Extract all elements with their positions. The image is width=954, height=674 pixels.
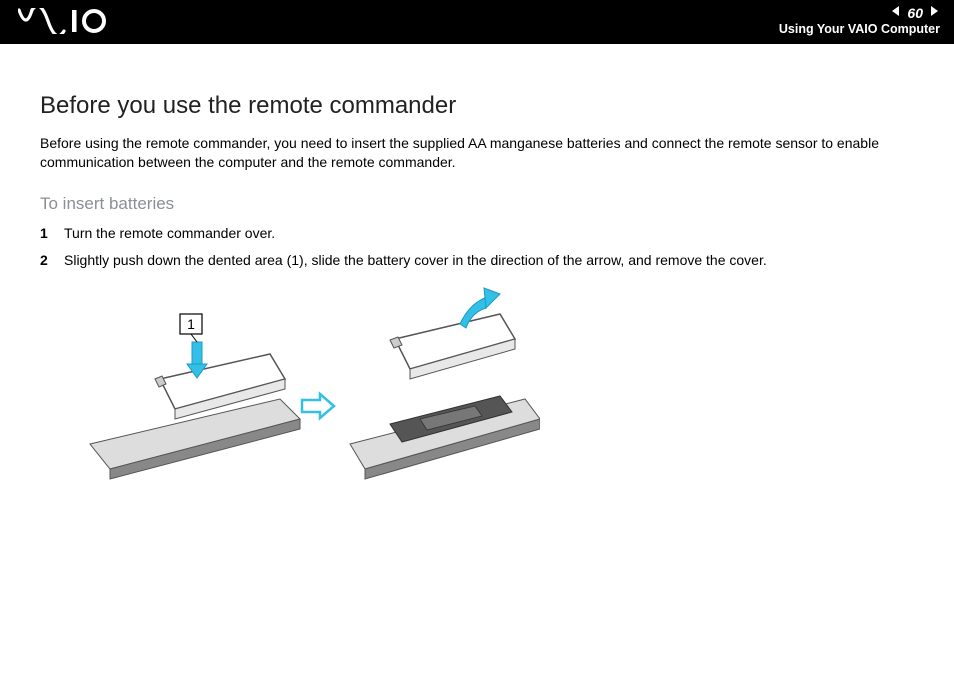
page-nav: 60 [890, 4, 940, 22]
page-number: 60 [907, 5, 923, 21]
vaio-logo [18, 8, 108, 40]
intro-paragraph: Before using the remote commander, you n… [40, 134, 914, 172]
step-item: 1 Turn the remote commander over. [40, 224, 914, 243]
step-number: 1 [40, 224, 64, 243]
step-list: 1 Turn the remote commander over. 2 Slig… [40, 224, 914, 270]
page-content: Before you use the remote commander Befo… [0, 44, 954, 499]
header-bar: 60 Using Your VAIO Computer [0, 0, 954, 44]
step-text: Turn the remote commander over. [64, 224, 275, 243]
step-number: 2 [40, 251, 64, 270]
instruction-illustration: 1 [80, 284, 914, 499]
step-text: Slightly push down the dented area (1), … [64, 251, 767, 270]
page-heading: Before you use the remote commander [40, 92, 914, 120]
subheading: To insert batteries [40, 194, 914, 214]
prev-page-arrow-icon[interactable] [890, 4, 902, 22]
step-item: 2 Slightly push down the dented area (1)… [40, 251, 914, 270]
callout-number: 1 [187, 316, 195, 332]
section-label: Using Your VAIO Computer [779, 22, 940, 36]
next-page-arrow-icon[interactable] [928, 4, 940, 22]
